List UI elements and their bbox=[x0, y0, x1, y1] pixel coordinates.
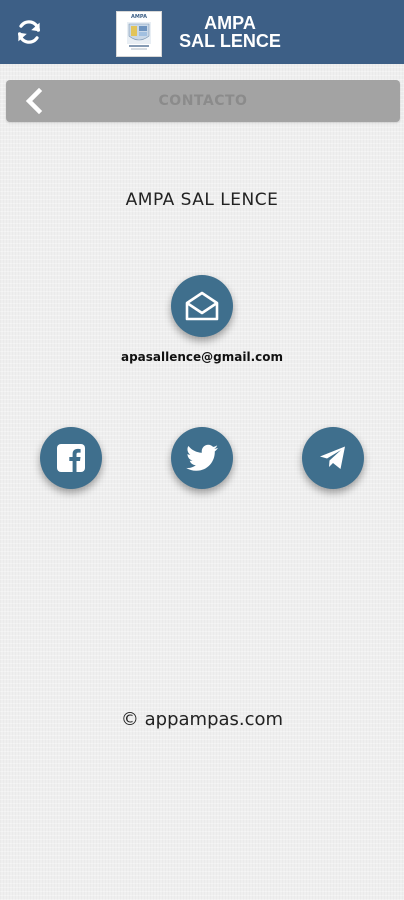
logo-emblem-icon bbox=[127, 22, 151, 50]
ampa-logo: AMPA bbox=[116, 11, 162, 57]
email-address[interactable]: apasallence@gmail.com bbox=[0, 350, 404, 364]
app-header: AMPA AMPA SAL LENCE bbox=[0, 0, 404, 64]
telegram-button[interactable] bbox=[302, 427, 364, 489]
twitter-icon bbox=[186, 444, 218, 471]
facebook-button[interactable] bbox=[40, 427, 102, 489]
footer-copyright: © appampas.com bbox=[120, 709, 284, 730]
refresh-icon bbox=[18, 20, 40, 44]
envelope-open-icon bbox=[185, 291, 219, 321]
organization-name: AMPA SAL LENCE bbox=[125, 190, 279, 210]
app-title-line2: SAL LENCE bbox=[179, 31, 281, 51]
telegram-icon bbox=[320, 446, 345, 469]
section-title: CONTACTO bbox=[158, 93, 248, 109]
app-title: AMPA SAL LENCE bbox=[170, 14, 290, 50]
facebook-icon bbox=[57, 444, 85, 472]
refresh-button[interactable] bbox=[10, 13, 48, 51]
back-button[interactable] bbox=[20, 87, 48, 115]
app-title-line1: AMPA bbox=[204, 13, 256, 33]
section-bar: CONTACTO bbox=[6, 80, 400, 122]
email-button[interactable] bbox=[171, 275, 233, 337]
twitter-button[interactable] bbox=[171, 427, 233, 489]
chevron-left-icon bbox=[25, 88, 43, 114]
